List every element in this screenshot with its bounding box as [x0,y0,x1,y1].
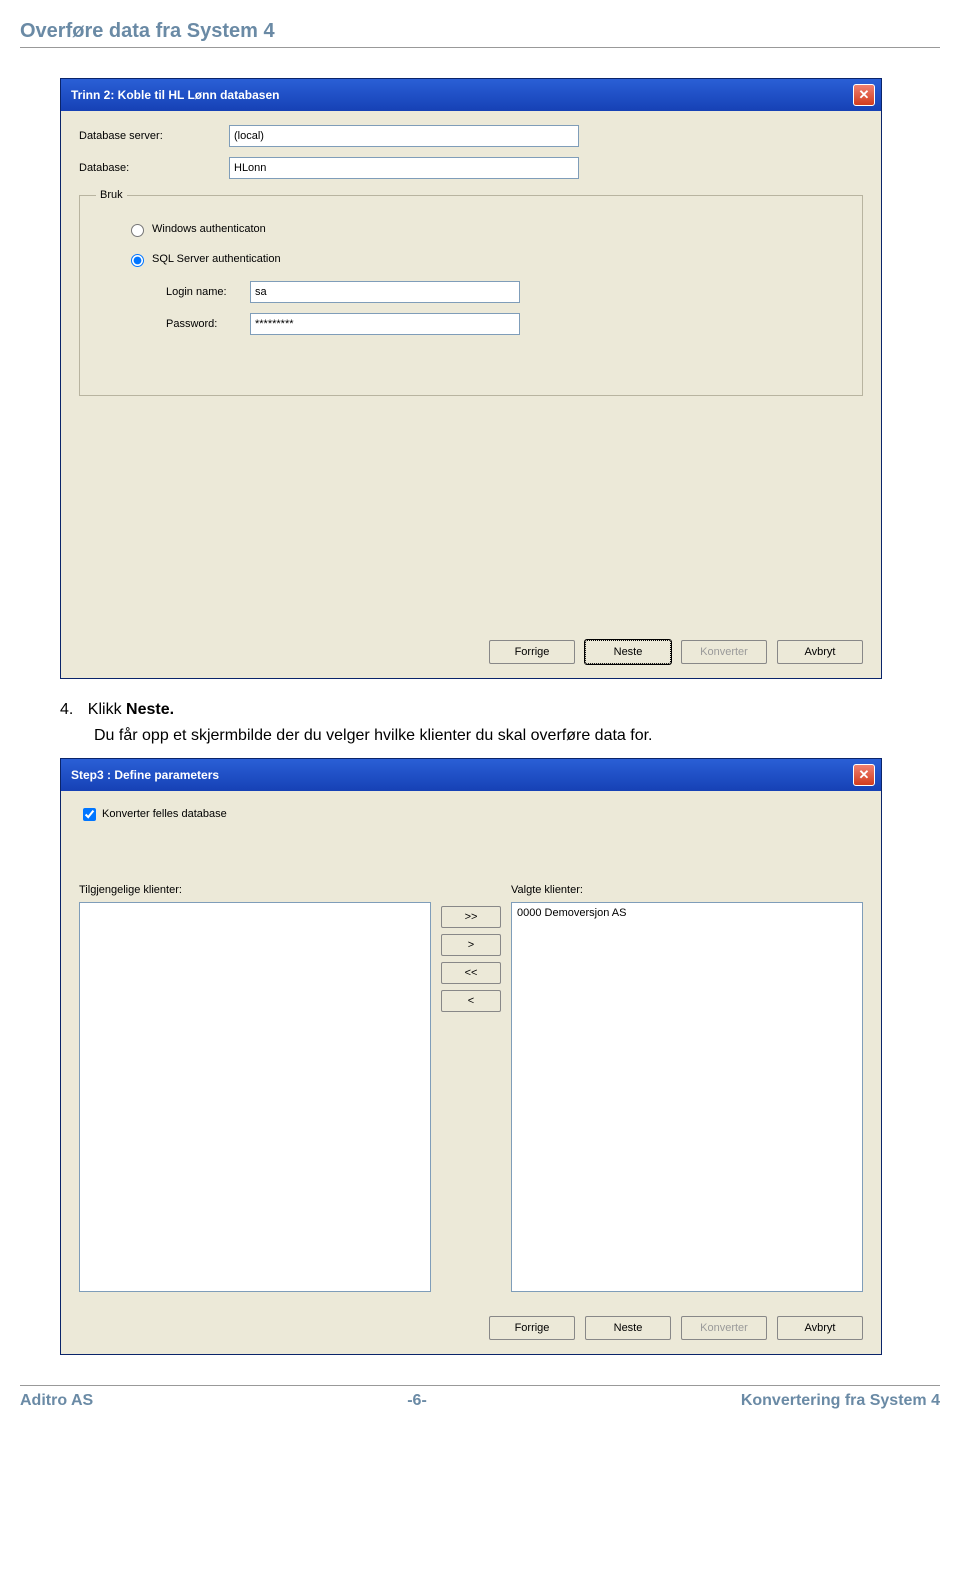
convert-shared-label: Konverter felles database [102,808,227,820]
login-label: Login name: [166,286,250,298]
login-input[interactable] [250,281,520,303]
title-text: Trinn 2: Koble til HL Lønn databasen [71,88,279,102]
dialog-step2: Trinn 2: Koble til HL Lønn databasen ✕ D… [60,78,882,679]
dialog-step3: Step3 : Define parameters ✕ Konverter fe… [60,758,882,1355]
move-all-left-button[interactable]: << [441,962,501,984]
lists-area: Tilgjengelige klienter: >> > << < Valgte… [79,884,863,1292]
radio-windows-label: Windows authenticaton [152,223,266,235]
radio-sql-auth[interactable] [131,254,144,267]
move-all-right-button[interactable]: >> [441,906,501,928]
db-input[interactable] [229,157,579,179]
footer-right: Konvertering fra System 4 [741,1392,940,1410]
db-server-label: Database server: [79,130,229,142]
footer-left: Aditro AS [20,1392,93,1410]
radio-windows-auth[interactable] [131,224,144,237]
available-label: Tilgjengelige klienter: [79,884,431,896]
available-listbox[interactable] [79,902,431,1292]
prev-button[interactable]: Forrige [489,640,575,664]
password-input[interactable] [250,313,520,335]
db-label: Database: [79,162,229,174]
page-footer: Aditro AS -6- Konvertering fra System 4 [20,1385,940,1410]
button-bar-step3: Forrige Neste Konverter Avbryt [61,1306,881,1354]
dialog-body-step3: Konverter felles database Tilgjengelige … [61,791,881,1306]
prev-button[interactable]: Forrige [489,1316,575,1340]
close-icon[interactable]: ✕ [853,84,875,106]
password-label: Password: [166,318,250,330]
fieldset-legend: Bruk [96,189,127,201]
titlebar-step2: Trinn 2: Koble til HL Lønn databasen ✕ [61,79,881,111]
move-right-button[interactable]: > [441,934,501,956]
page-header: Overføre data fra System 4 [20,20,940,48]
cancel-button[interactable]: Avbryt [777,1316,863,1340]
instruction-line1: 4. Klikk Neste. [60,699,940,721]
move-left-button[interactable]: < [441,990,501,1012]
title-text-step3: Step3 : Define parameters [71,768,219,782]
list-item[interactable]: 0000 Demoversjon AS [515,906,859,920]
next-button[interactable]: Neste [585,1316,671,1340]
instruction-bold: Neste. [126,701,174,718]
dialog-body-step2: Database server: Database: Bruk Windows … [61,111,881,630]
convert-button: Konverter [681,1316,767,1340]
close-icon[interactable]: ✕ [853,764,875,786]
titlebar-step3: Step3 : Define parameters ✕ [61,759,881,791]
footer-center: -6- [407,1392,427,1410]
convert-button: Konverter [681,640,767,664]
instruction-text-a: Klikk [88,701,126,718]
selected-label: Valgte klienter: [511,884,863,896]
move-buttons: >> > << < [441,906,501,1012]
cancel-button[interactable]: Avbryt [777,640,863,664]
button-bar-step2: Forrige Neste Konverter Avbryt [61,630,881,678]
selected-listbox[interactable]: 0000 Demoversjon AS [511,902,863,1292]
convert-shared-checkbox[interactable] [83,808,96,821]
instruction-line2: Du får opp et skjermbilde der du velger … [94,725,940,747]
instruction-number: 4. [60,701,73,718]
radio-sql-label: SQL Server authentication [152,253,281,265]
next-button[interactable]: Neste [585,640,671,664]
auth-fieldset: Bruk Windows authenticaton SQL Server au… [79,189,863,396]
db-server-input[interactable] [229,125,579,147]
